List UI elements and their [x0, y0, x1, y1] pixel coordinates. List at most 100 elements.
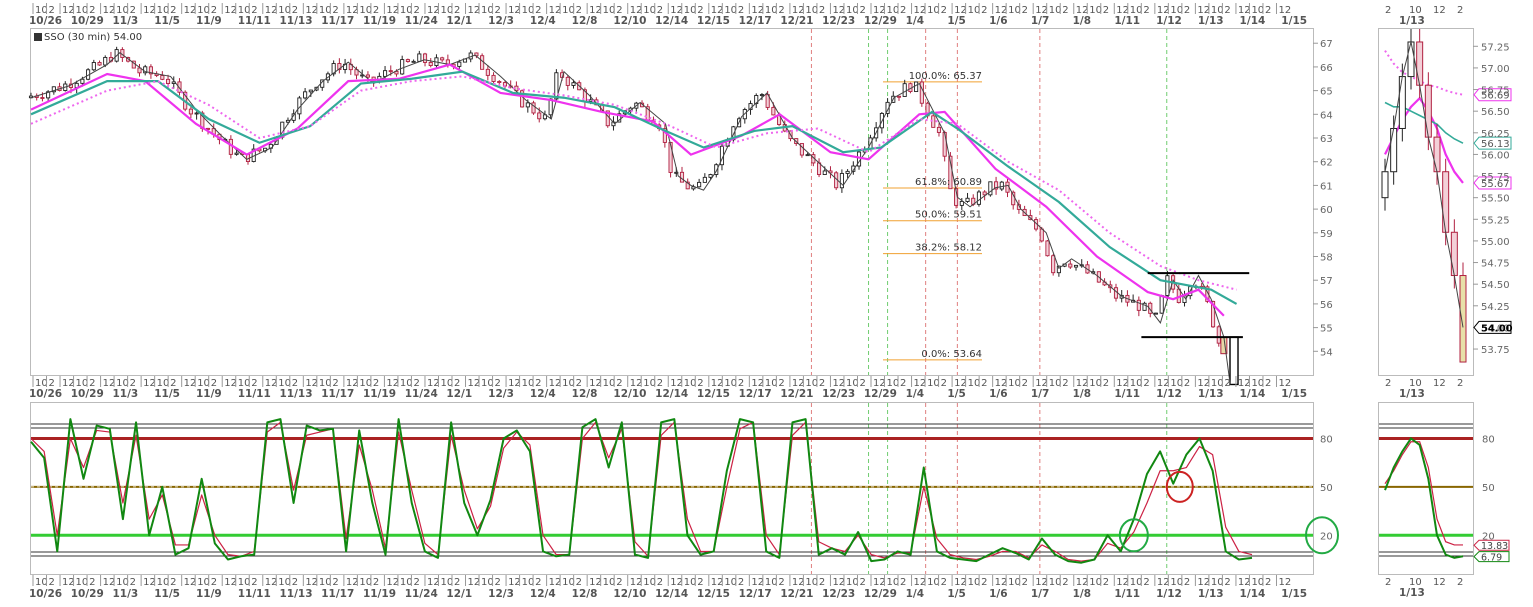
time-tick-label: 10: [400, 577, 413, 588]
date-tick-label: 1/12: [1156, 588, 1182, 600]
time-tick-label: 10: [35, 577, 48, 588]
date-tick-label: 1/15: [1281, 388, 1307, 400]
candle-body: [1136, 299, 1141, 311]
zoom-oscillator-axis-label: 80: [1482, 434, 1495, 445]
date-tick-label: 1/8: [1073, 588, 1091, 600]
time-tick-label: 2: [981, 5, 987, 16]
price-tag-label: 54.00: [1481, 323, 1513, 334]
time-tick-label: 10: [684, 577, 697, 588]
zoom-price-axis-label: 56.25: [1481, 129, 1510, 140]
time-tick-label: 2: [130, 577, 136, 588]
date-tick-label: 12/3: [488, 388, 514, 400]
time-tick-label: 10: [1008, 378, 1021, 389]
time-tick-label: 2: [859, 577, 865, 588]
date-tick-label: 1/8: [1073, 388, 1091, 400]
date-tick-label: 1/11: [1114, 388, 1140, 400]
date-tick-label: 12/14: [655, 588, 688, 600]
time-tick-label: 10: [157, 577, 170, 588]
zoom-price-axis-label: 54.50: [1481, 280, 1510, 291]
price-axis-label: 61: [1320, 181, 1333, 192]
date-tick-label: 11/11: [238, 588, 271, 600]
fib-level-label: 0.0%: 53.64: [921, 349, 982, 360]
price-axis-label: 54: [1320, 347, 1333, 358]
candle-body: [845, 170, 850, 174]
date-tick-label: 11/17: [321, 15, 354, 27]
date-tick-label: 12/10: [613, 588, 646, 600]
date-tick-label: 10/26: [29, 388, 62, 400]
candle-body: [491, 74, 496, 82]
date-tick-label: 1/5: [947, 588, 965, 600]
date-tick-label: 1/15: [1281, 588, 1307, 600]
time-tick-label: 10: [765, 577, 778, 588]
time-tick-label: 2: [292, 577, 298, 588]
price-axis-label: 65: [1320, 87, 1333, 98]
date-tick-label: 11/9: [196, 15, 222, 27]
candle-body: [440, 57, 445, 61]
candle-body: [91, 62, 96, 71]
zoom-time-tick-label: 12: [1433, 5, 1446, 16]
time-tick-label: 2: [981, 378, 987, 389]
date-tick-label: 12/17: [739, 388, 772, 400]
candle-body: [936, 126, 942, 133]
price-tag-label: 56.13: [1481, 139, 1510, 150]
candle-body: [822, 170, 827, 175]
date-tick-label: 11/13: [279, 388, 312, 400]
candle-body: [1216, 326, 1221, 344]
time-tick-label: 10: [927, 5, 940, 16]
zoom-time-tick-label: 2: [1385, 577, 1391, 588]
date-tick-label: 12/29: [864, 388, 897, 400]
time-tick-label: 10: [440, 577, 453, 588]
time-tick-label: 12: [305, 577, 318, 588]
date-tick-label: 1/13: [1198, 15, 1224, 27]
time-tick-label: 12: [508, 577, 521, 588]
candle-body: [959, 201, 964, 206]
time-tick-label: 12: [103, 577, 116, 588]
time-tick-label: 2: [49, 577, 55, 588]
time-tick-label: 12: [832, 577, 845, 588]
time-tick-label: 12: [224, 577, 237, 588]
time-tick-label: 12: [1116, 577, 1129, 588]
time-tick-label: 10: [1008, 5, 1021, 16]
time-tick-label: 10: [805, 577, 818, 588]
date-tick-label: 1/4: [906, 15, 924, 27]
date-tick-label: 12/4: [530, 15, 556, 27]
time-tick-label: 12: [62, 577, 75, 588]
time-tick-label: 12: [224, 378, 237, 389]
date-tick-label: 11/13: [279, 588, 312, 600]
candle-body: [902, 83, 907, 97]
date-tick-label: 1/6: [989, 388, 1007, 400]
time-tick-label: 12: [954, 577, 967, 588]
date-tick-label: 1/13: [1198, 588, 1224, 600]
date-tick-label: 12/21: [780, 588, 813, 600]
date-tick-label: 12/23: [822, 15, 855, 27]
date-tick-label: 1/6: [989, 588, 1007, 600]
candle-body: [497, 81, 502, 84]
zoom-price-axis-label: 54.75: [1481, 259, 1510, 270]
candle-body: [976, 191, 981, 205]
time-tick-label: 12: [1238, 577, 1251, 588]
price-axis-label: 55: [1320, 324, 1333, 335]
time-tick-label: 2: [1062, 577, 1068, 588]
date-tick-label: 12/10: [613, 388, 646, 400]
date-tick-label: 12/8: [572, 388, 598, 400]
time-tick-label: 2: [1224, 5, 1230, 16]
time-tick-label: 10: [968, 5, 981, 16]
candle-body: [234, 152, 239, 155]
zoom-price-axis-label: 55.50: [1481, 194, 1510, 205]
oscillator-axis-label: 20: [1320, 531, 1333, 542]
time-tick-label: 2: [535, 577, 541, 588]
candle-body: [708, 174, 713, 178]
date-tick-label: 11/11: [238, 15, 271, 27]
zoom-time-tick-label: 2: [1457, 378, 1463, 389]
time-tick-label: 2: [1265, 378, 1271, 389]
price-axis-label: 60: [1320, 205, 1333, 216]
time-tick-label: 12: [427, 577, 440, 588]
time-tick-label: 2: [981, 577, 987, 588]
zoom-close-line: [1384, 41, 1464, 328]
candle-body: [1051, 255, 1056, 274]
time-tick-label: 2: [1103, 378, 1109, 389]
candle-body: [417, 53, 422, 62]
time-tick-label: 12: [468, 577, 481, 588]
fib-level-label: 38.2%: 58.12: [915, 243, 982, 254]
time-tick-label: 10: [1049, 378, 1062, 389]
